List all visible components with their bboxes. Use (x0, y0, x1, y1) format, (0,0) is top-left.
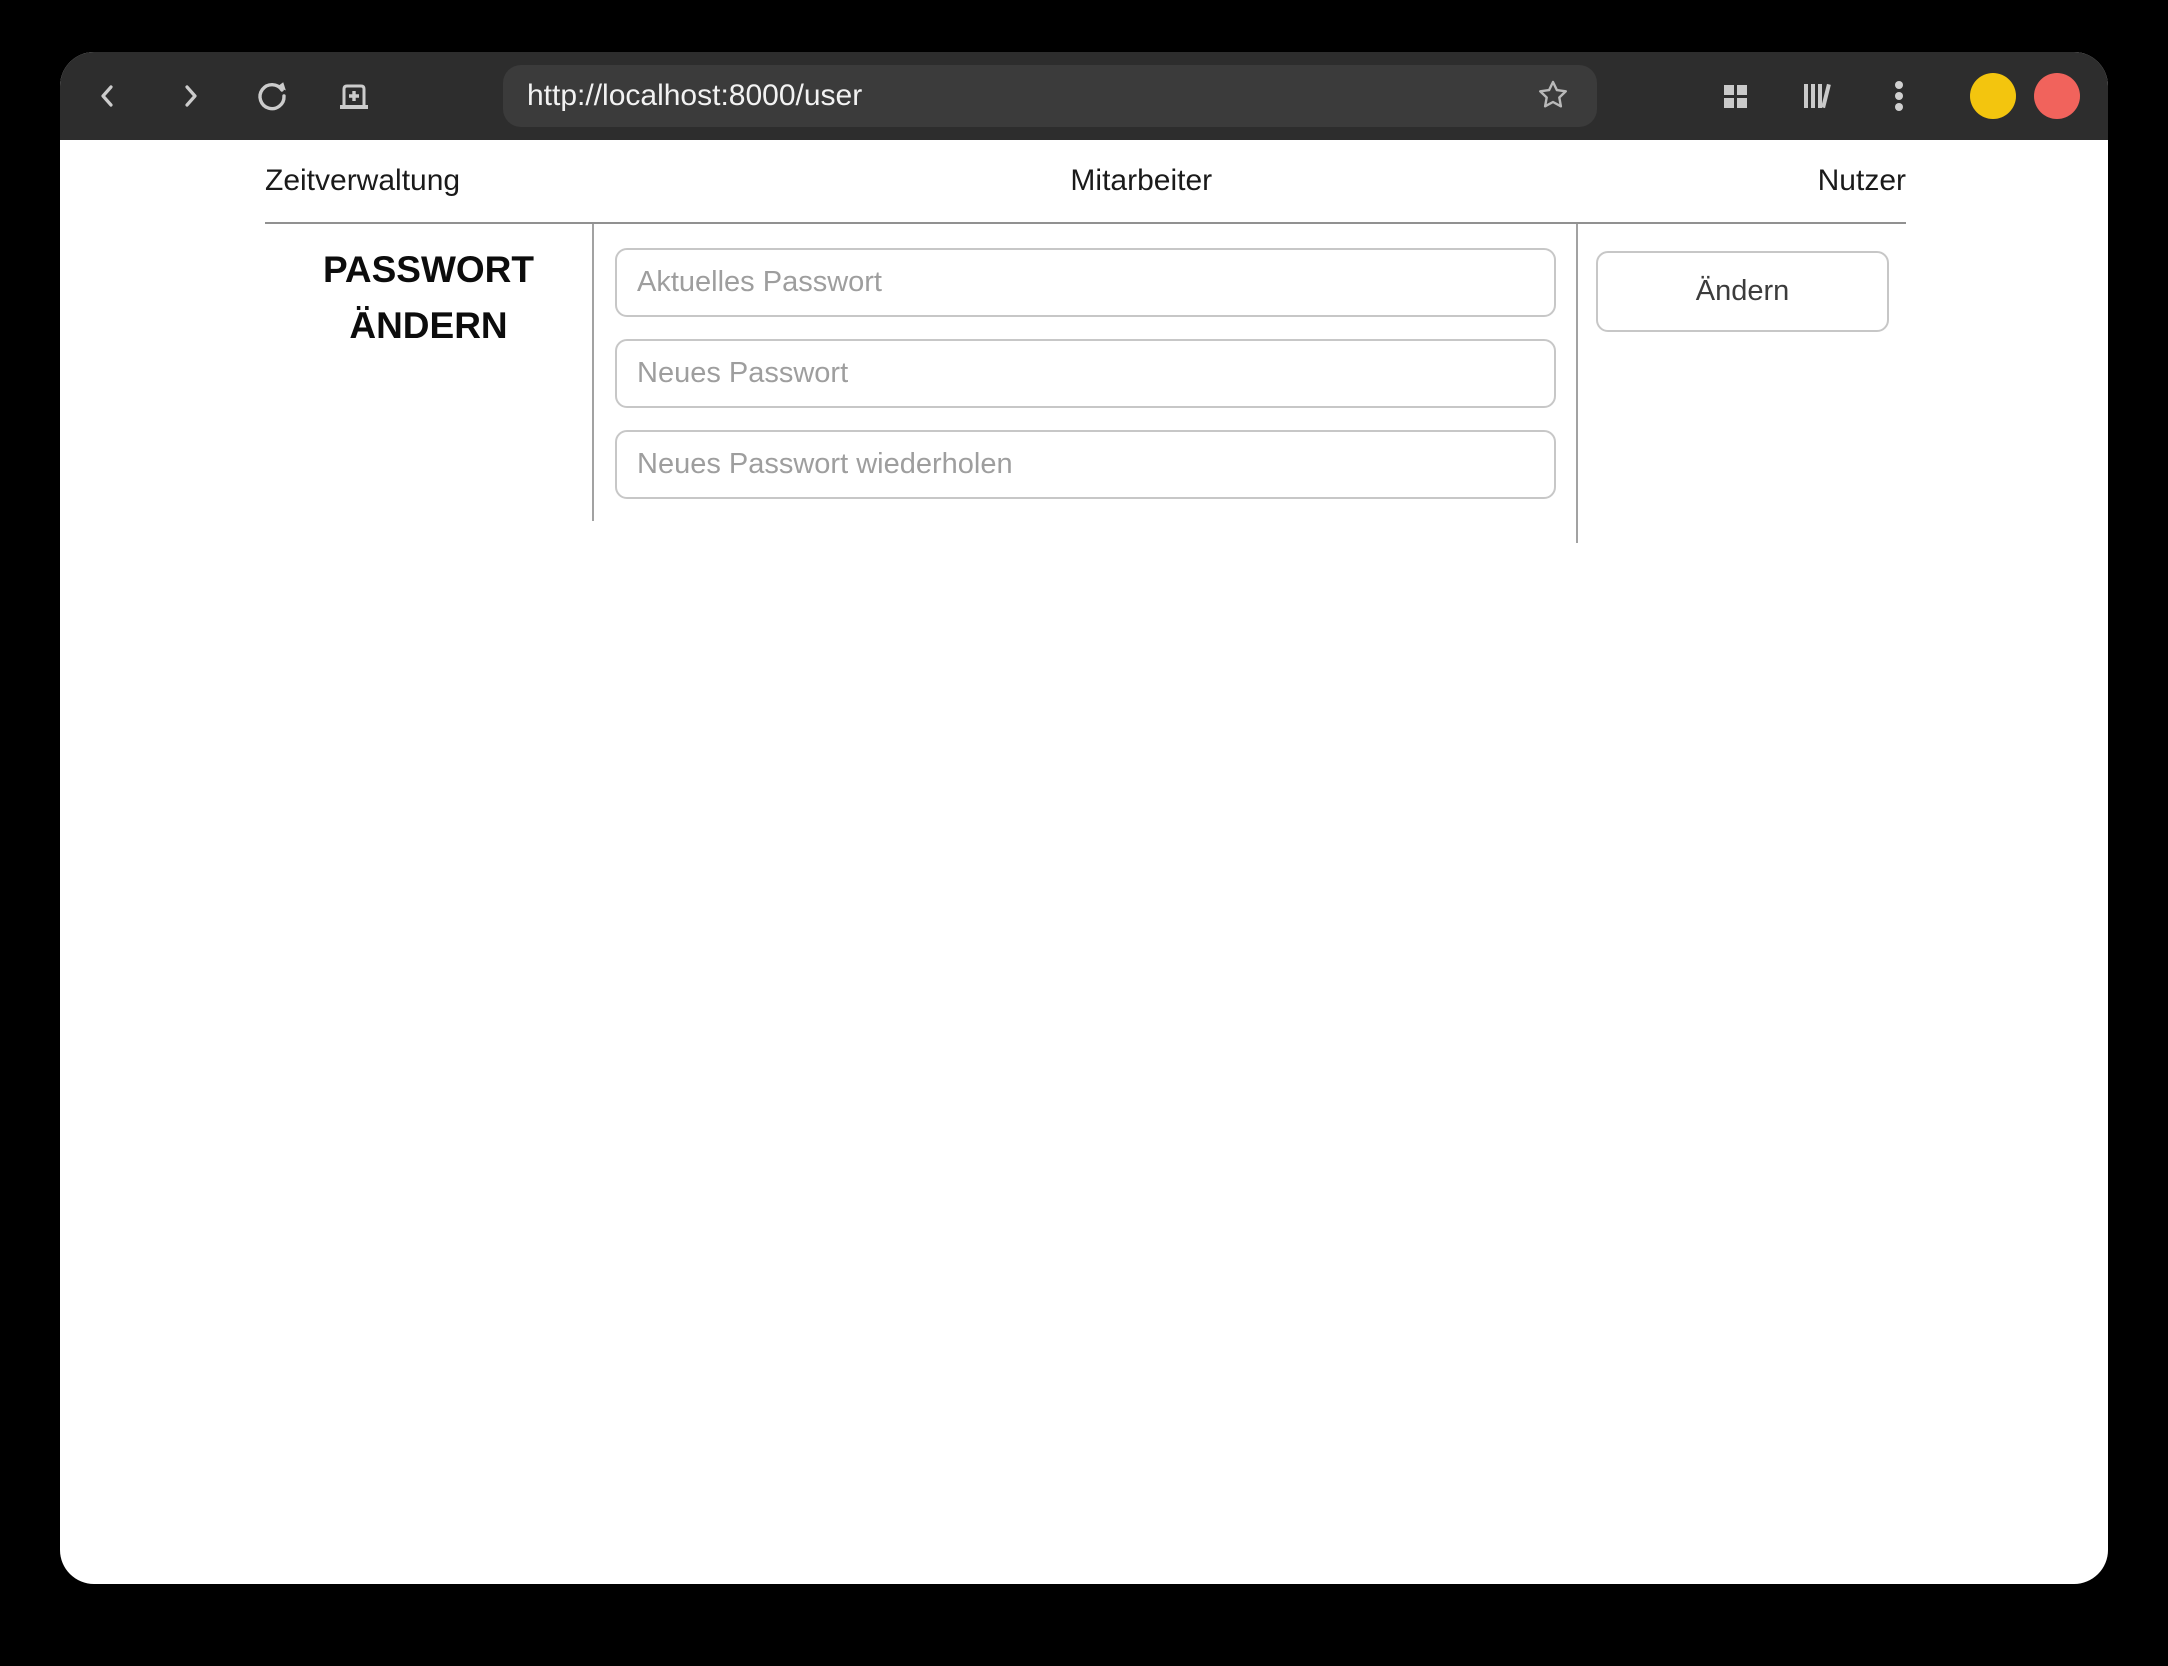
main-nav: Zeitverwaltung Mitarbeiter Nutzer (265, 140, 1906, 222)
browser-window: http://localhost:8000/user Zeitverwaltun… (60, 52, 2108, 1584)
library-books-icon (1798, 77, 1836, 115)
close-button[interactable] (2034, 73, 2080, 119)
content-container: Zeitverwaltung Mitarbeiter Nutzer PASSWO… (265, 140, 1906, 543)
back-button[interactable] (84, 72, 132, 120)
tab-overview-button[interactable] (1711, 72, 1759, 120)
reload-button[interactable] (248, 72, 296, 120)
new-tab-icon (335, 77, 373, 115)
forward-button[interactable] (166, 72, 214, 120)
current-password-input[interactable] (615, 248, 1556, 317)
change-password-button[interactable]: Ändern (1596, 251, 1889, 332)
section-title-line2: ÄNDERN (349, 305, 508, 346)
password-fields-column (592, 224, 1576, 521)
bookmark-button[interactable] (1533, 76, 1573, 116)
new-password-input[interactable] (615, 339, 1556, 408)
kebab-menu-icon (1882, 77, 1916, 115)
forward-icon (173, 79, 207, 113)
tab-overview-grid-icon (1718, 79, 1752, 113)
back-icon (91, 79, 125, 113)
section-title-line1: PASSWORT (322, 249, 535, 290)
password-change-section: PASSWORT ÄNDERN Ändern (265, 222, 1906, 543)
url-text: http://localhost:8000/user (527, 79, 863, 112)
minimize-button[interactable] (1970, 73, 2016, 119)
new-tab-button[interactable] (330, 72, 378, 120)
repeat-password-input[interactable] (615, 430, 1556, 499)
library-button[interactable] (1793, 72, 1841, 120)
reload-icon (253, 77, 291, 115)
browser-headerbar: http://localhost:8000/user (60, 52, 2108, 140)
section-title: PASSWORT ÄNDERN (265, 242, 592, 354)
menu-button[interactable] (1875, 72, 1923, 120)
page-content: Zeitverwaltung Mitarbeiter Nutzer PASSWO… (60, 140, 2108, 543)
nav-link-nutzer[interactable]: Nutzer (1818, 164, 1906, 198)
nav-link-mitarbeiter[interactable]: Mitarbeiter (1070, 164, 1212, 198)
nav-link-zeitverwaltung[interactable]: Zeitverwaltung (265, 164, 460, 198)
submit-column: Ändern (1576, 224, 1906, 543)
url-bar[interactable]: http://localhost:8000/user (503, 65, 1597, 127)
bookmark-star-icon (1536, 78, 1570, 115)
